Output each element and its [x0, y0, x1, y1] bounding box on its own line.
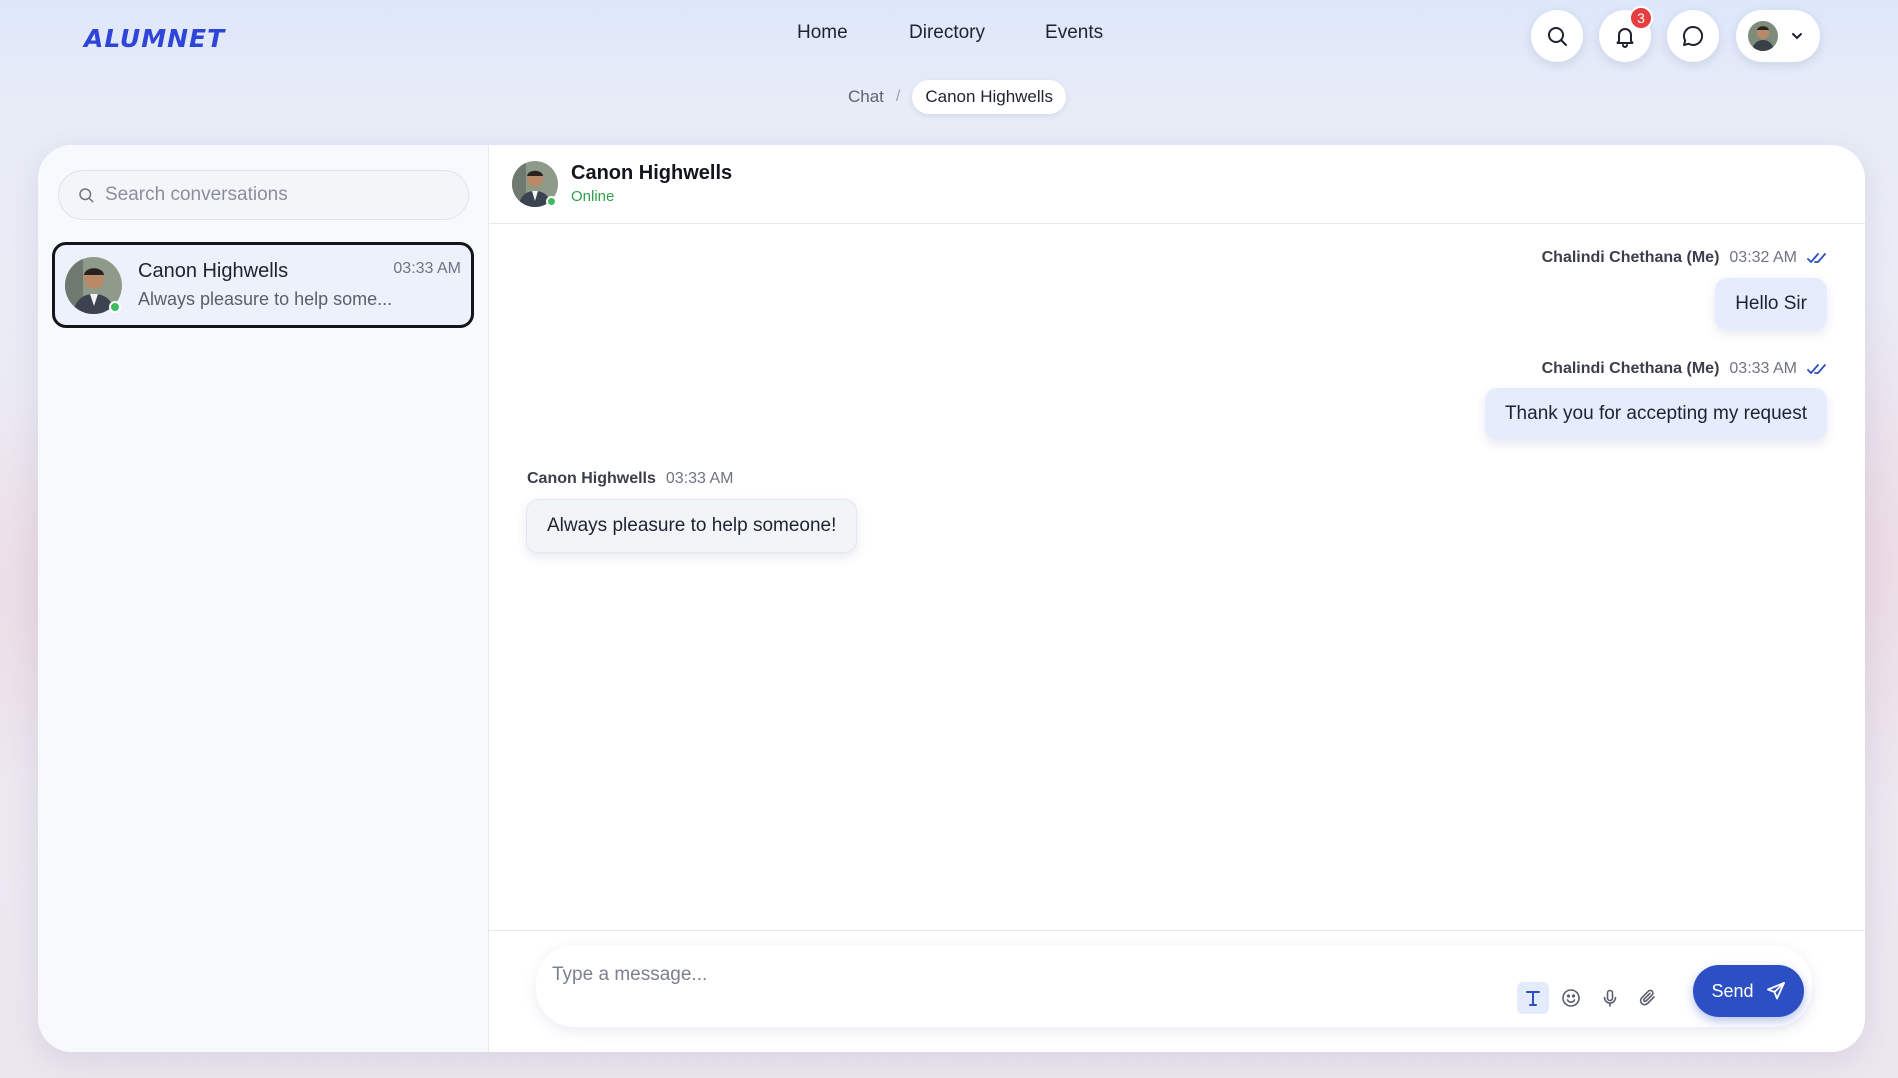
emoji-icon [1562, 989, 1580, 1007]
chevron-down-icon [1792, 33, 1802, 40]
voice-record-button[interactable] [1594, 982, 1626, 1014]
text-format-icon [1526, 991, 1540, 1006]
conversation-sidebar: Canon Highwells 03:33 AM Always pleasure… [38, 145, 489, 1052]
chat-panel: Canon Highwells Online Chalindi Chethana… [489, 145, 1865, 1052]
chat-card: Canon Highwells 03:33 AM Always pleasure… [38, 145, 1865, 1052]
message-bubble: Hello Sir [1715, 278, 1827, 330]
avatar [1748, 21, 1778, 51]
chat-header: Canon Highwells Online [489, 145, 1865, 224]
composer-area: Send [489, 930, 1865, 1052]
app-logo[interactable]: ALUMNET [84, 24, 226, 53]
microphone-icon [1603, 989, 1617, 1007]
conversation-preview: Always pleasure to help some... [138, 289, 393, 309]
breadcrumb-separator: / [895, 88, 901, 105]
message-meta: Chalindi Chethana (Me) 03:32 AM [1542, 249, 1827, 267]
conversation-name: Canon Highwells [138, 260, 289, 282]
notifications-button[interactable]: 3 [1599, 6, 1653, 62]
attach-file-button[interactable] [1632, 982, 1664, 1014]
message-bubble: Always pleasure to help someone! [526, 499, 858, 553]
online-status-dot [546, 196, 557, 207]
contact-status: Online [571, 188, 615, 205]
conversation-item[interactable]: Canon Highwells 03:33 AM Always pleasure… [52, 242, 474, 328]
online-status-dot [109, 301, 121, 313]
breadcrumb-chat[interactable]: Chat [848, 87, 884, 107]
double-check-icon [1807, 364, 1826, 374]
message-meta: Canon Highwells 03:33 AM [527, 470, 734, 488]
message-bubble: Thank you for accepting my request [1484, 388, 1827, 440]
send-button[interactable]: Send [1693, 965, 1804, 1017]
message-sender: Chalindi Chethana (Me) [1541, 249, 1720, 266]
chat-bubble-icon [1683, 25, 1704, 46]
message-composer: Send [536, 945, 1812, 1027]
message-time: 03:33 AM [665, 470, 734, 487]
message-input[interactable] [552, 964, 1452, 986]
text-format-button[interactable] [1517, 982, 1549, 1014]
nav-directory[interactable]: Directory [909, 22, 985, 44]
top-nav: Home Directory Events [797, 22, 1103, 44]
conversation-time: 03:33 AM [393, 260, 461, 277]
breadcrumb: Chat / Canon Highwells [848, 80, 1066, 114]
search-input[interactable] [105, 184, 445, 206]
conversation-search[interactable] [58, 170, 469, 220]
nav-events[interactable]: Events [1045, 22, 1103, 44]
paperclip-icon [1639, 989, 1655, 1006]
message-sender: Canon Highwells [527, 470, 656, 487]
search-icon [79, 188, 94, 203]
profile-menu-button[interactable] [1736, 10, 1820, 62]
send-label: Send [1711, 980, 1754, 1001]
search-button[interactable] [1531, 10, 1583, 62]
send-icon [1766, 982, 1785, 1000]
message-time: 03:33 AM [1729, 360, 1797, 377]
breadcrumb-current: Canon Highwells [912, 80, 1066, 114]
message-sender: Chalindi Chethana (Me) [1541, 360, 1720, 377]
nav-home[interactable]: Home [797, 22, 849, 44]
message-meta: Chalindi Chethana (Me) 03:33 AM [1542, 360, 1827, 378]
double-check-icon [1807, 253, 1826, 263]
messages-button[interactable] [1667, 10, 1719, 62]
message-time: 03:32 AM [1729, 249, 1797, 266]
contact-name: Canon Highwells [571, 162, 733, 184]
emoji-button[interactable] [1555, 982, 1587, 1014]
logo-text: ALUMNET [84, 24, 226, 53]
search-icon [1548, 27, 1567, 46]
notification-count-badge: 3 [1629, 6, 1653, 30]
